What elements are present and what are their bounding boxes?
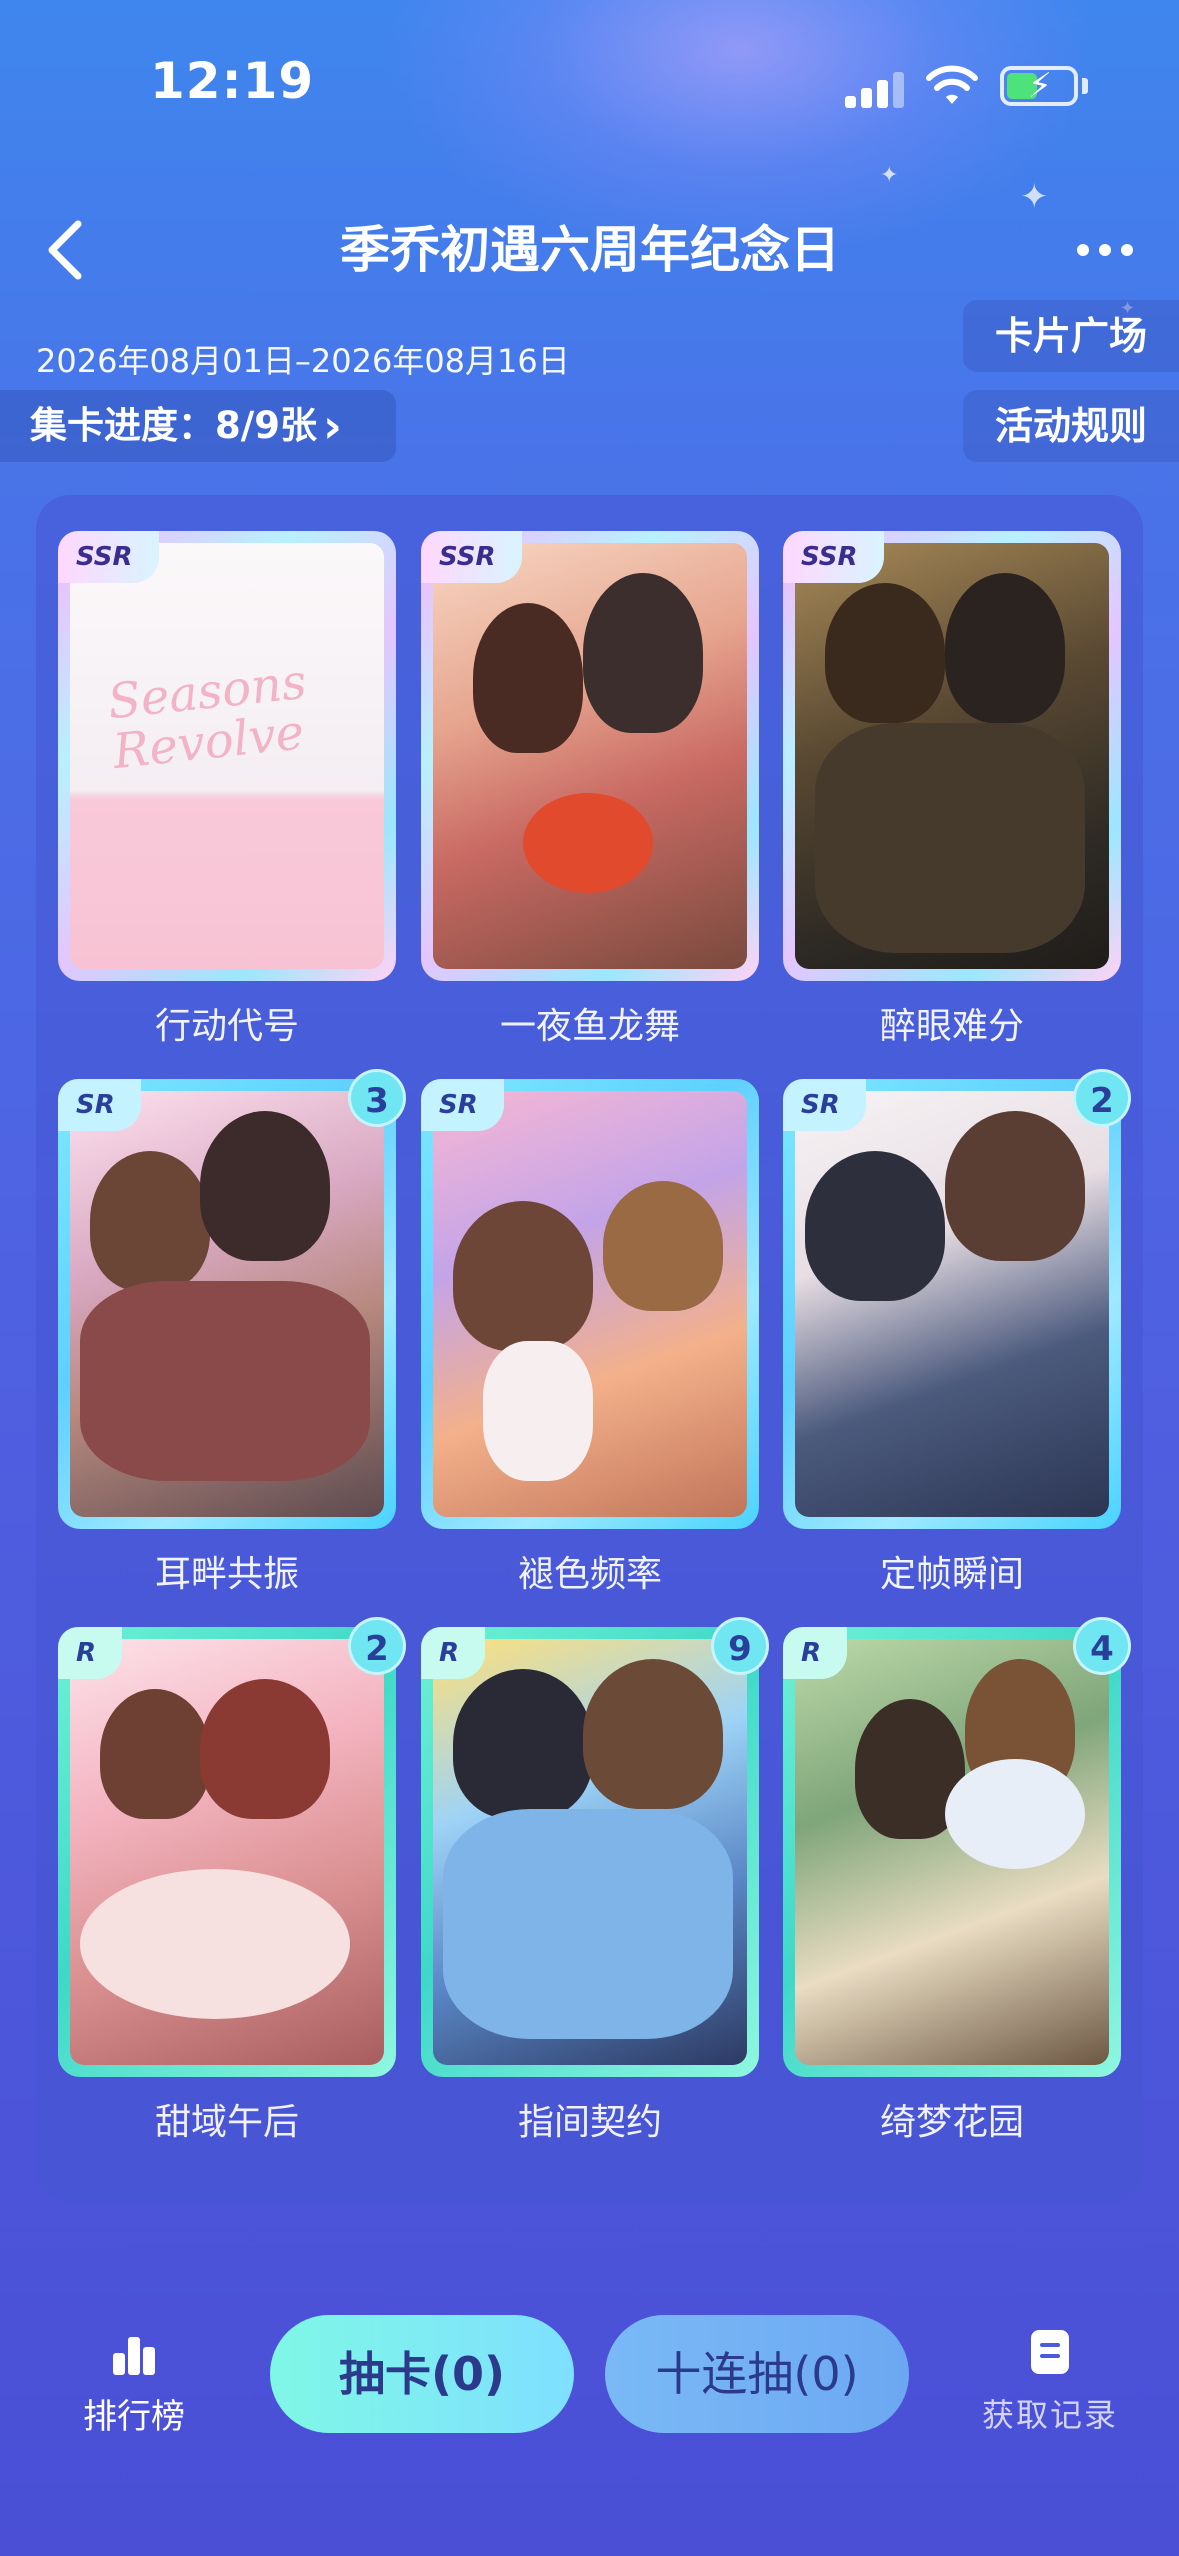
card-frame: [421, 1079, 759, 1529]
record-icon: [1031, 2330, 1069, 2374]
card-artwork: [433, 1639, 747, 2065]
ranking-label: 排行榜: [83, 2397, 185, 2437]
card-item[interactable]: SR: [421, 1079, 759, 1529]
battery-tip: [1082, 78, 1088, 94]
card-collection-panel: Seasons Revolve SSR 行动代号 SSR 一夜鱼龙舞 SSR 醉…: [36, 495, 1143, 2202]
card-item[interactable]: SR 3: [58, 1069, 406, 1529]
card-item[interactable]: R 4: [783, 1617, 1131, 2077]
card-frame: [783, 1079, 1121, 1529]
ten-draw-button[interactable]: 十连抽(0): [605, 2315, 909, 2433]
status-time: 12:19: [150, 52, 315, 110]
card-artwork: [795, 1091, 1109, 1517]
collection-progress-label: 集卡进度：8/9张: [30, 404, 318, 447]
battery-icon: ⚡: [1000, 66, 1078, 106]
card-count-badge: 3: [348, 1069, 406, 1127]
card-artwork: [70, 1639, 384, 2065]
card-artwork: [70, 1091, 384, 1517]
more-dots-icon: [1121, 244, 1133, 256]
sparkle-decoration: ✦: [1020, 177, 1049, 217]
card-plaza-button[interactable]: 卡片广场: [963, 300, 1179, 372]
card-frame: [421, 531, 759, 981]
card-name: 行动代号: [154, 1006, 299, 1047]
card-logo: Seasons Revolve: [105, 653, 309, 781]
card-item[interactable]: Seasons Revolve SSR: [58, 531, 396, 981]
rarity-badge: SSR: [421, 531, 522, 583]
rarity-badge: SR: [421, 1079, 504, 1131]
card-artwork: [433, 543, 747, 969]
card-name: 醉眼难分: [879, 1006, 1024, 1047]
draw-card-button[interactable]: 抽卡(0): [270, 2315, 574, 2433]
card-count-badge: 4: [1073, 1617, 1131, 1675]
status-bar: 12:19 ⚡: [0, 0, 1179, 150]
card-name: 褪色频率: [517, 1554, 662, 1595]
card-count-badge: 2: [1073, 1069, 1131, 1127]
rarity-badge: SR: [58, 1079, 141, 1131]
rarity-badge: SSR: [58, 531, 159, 583]
card-item[interactable]: R 9: [421, 1617, 769, 2077]
cellular-signal-icon: [845, 70, 907, 108]
wifi-icon: [926, 65, 978, 104]
rarity-badge: SSR: [783, 531, 884, 583]
page-title: 季乔初遇六周年纪念日: [340, 221, 840, 279]
record-button[interactable]: 获取记录: [950, 2330, 1150, 2450]
rarity-badge: R: [783, 1627, 848, 1679]
card-name: 指间契约: [517, 2102, 662, 2143]
card-name: 绮梦花园: [879, 2102, 1024, 2143]
more-button[interactable]: [1060, 215, 1150, 285]
card-item[interactable]: SSR: [421, 531, 759, 981]
more-dots-icon: [1099, 244, 1111, 256]
record-label: 获取记录: [981, 2396, 1118, 2434]
card-frame: [58, 1627, 396, 2077]
card-artwork: [433, 1091, 747, 1517]
sparkle-decoration: ✦: [880, 163, 899, 188]
ranking-button[interactable]: 排行榜: [74, 2335, 194, 2455]
card-count-badge: 9: [711, 1617, 769, 1675]
card-artwork: [795, 1639, 1109, 2065]
card-frame: [421, 1627, 759, 2077]
chevron-right-icon: ›: [323, 399, 342, 453]
collection-progress-button[interactable]: 集卡进度：8/9张 ›: [0, 390, 396, 462]
card-name: 一夜鱼龙舞: [499, 1006, 680, 1047]
card-item[interactable]: SSR: [783, 531, 1121, 981]
more-dots-icon: [1077, 244, 1089, 256]
event-date-range: 2026年08月01日–2026年08月16日: [36, 342, 570, 380]
card-frame: [58, 1079, 396, 1529]
card-item[interactable]: SR 2: [783, 1069, 1131, 1529]
card-frame: [783, 1627, 1121, 2077]
card-artwork: [795, 543, 1109, 969]
card-count-badge: 2: [348, 1617, 406, 1675]
rarity-badge: R: [421, 1627, 486, 1679]
card-frame: [783, 531, 1121, 981]
card-frame: Seasons Revolve: [58, 531, 396, 981]
chevron-left-icon: [48, 220, 82, 280]
card-name: 耳畔共振: [154, 1554, 299, 1595]
ranking-icon: [111, 2335, 157, 2375]
rules-button[interactable]: 活动规则: [963, 390, 1179, 462]
back-button[interactable]: [24, 210, 104, 290]
card-item[interactable]: R 2: [58, 1617, 406, 2077]
rarity-badge: R: [58, 1627, 123, 1679]
card-name: 定帧瞬间: [879, 1554, 1024, 1595]
rarity-badge: SR: [783, 1079, 866, 1131]
card-name: 甜域午后: [154, 2102, 299, 2143]
card-artwork: Seasons Revolve: [70, 543, 384, 969]
